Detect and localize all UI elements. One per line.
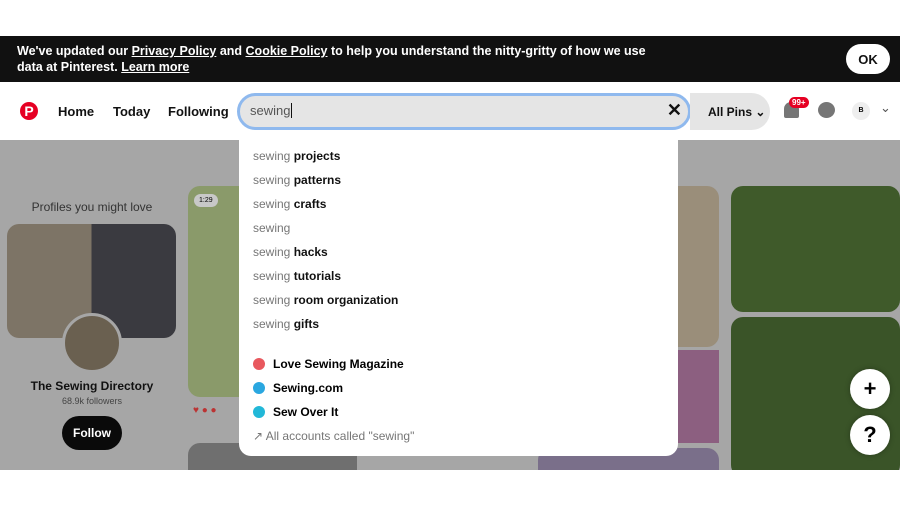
profiles-heading: Profiles you might love [31,200,153,214]
help-button[interactable]: ? [850,415,890,455]
pin-image[interactable] [731,186,900,312]
all-accounts-link[interactable]: ↗ All accounts called "sewing" [239,424,678,448]
account-chevron-icon[interactable]: ⌄ [880,100,891,116]
arrow-up-right-icon: ↗ [253,429,264,443]
suggestion-item[interactable]: sewing tutorials [239,264,678,288]
suggestion-item[interactable]: sewing room organization [239,288,678,312]
clear-icon[interactable]: ✕ [667,100,682,121]
account-suggestion[interactable]: Sew Over It [239,400,678,424]
ok-button[interactable]: OK [846,44,890,74]
banner-text: data at Pinterest. [17,60,122,74]
pinterest-logo-icon[interactable]: P [20,102,38,120]
all-accounts-label: All accounts called "sewing" [265,429,415,443]
suggestion-completion: patterns [290,173,342,187]
suggestion-item[interactable]: sewing gifts [239,312,678,336]
banner-text: We've updated our [17,44,132,58]
avatar[interactable]: B [852,102,870,120]
suggestion-completion: tutorials [290,269,342,283]
account-name: Sewing.com [273,381,344,395]
suggestion-item[interactable]: sewing [239,216,678,240]
account-avatar-icon [253,358,265,370]
reaction-icons: ♥ ● ● [193,405,217,416]
profile-name[interactable]: The Sewing Directory [0,379,184,393]
suggestion-query: sewing [253,221,291,235]
scope-label: All Pins [708,105,753,119]
suggestion-query: sewing [253,269,291,283]
nav-today[interactable]: Today [113,104,150,119]
suggestion-completion: room organization [290,293,399,307]
suggestion-item[interactable]: sewing patterns [239,168,678,192]
account-name: Sew Over It [273,405,339,419]
search-value: sewing [250,103,291,118]
suggestion-item[interactable]: sewing hacks [239,240,678,264]
profile-avatar[interactable] [62,313,122,373]
messages-icon[interactable] [818,102,835,118]
nav-home[interactable]: Home [58,104,94,119]
suggestion-completion: projects [290,149,341,163]
banner-text: to help you understand the nitty-gritty … [327,44,646,58]
learn-more-link[interactable]: Learn more [121,60,189,74]
video-duration: 1:29 [194,194,218,207]
suggestion-completion: gifts [290,317,320,331]
header: P Home Today Following sewing ✕ All Pins … [0,82,900,140]
add-button[interactable]: + [850,369,890,409]
nav-following[interactable]: Following [168,104,229,119]
account-avatar-icon [253,406,265,418]
suggestion-query: sewing [253,317,291,331]
suggestion-query: sewing [253,149,291,163]
scope-dropdown[interactable]: All Pins ⌄ [690,93,770,130]
privacy-policy-link[interactable]: Privacy Policy [132,44,217,58]
account-suggestion[interactable]: Love Sewing Magazine [239,352,678,376]
banner-text: and [216,44,246,58]
suggestion-query: sewing [253,173,291,187]
account-avatar-icon [253,382,265,394]
suggestion-query: sewing [253,293,291,307]
suggestion-item[interactable]: sewing crafts [239,192,678,216]
chevron-down-icon: ⌄ [755,105,766,119]
cookie-banner: We've updated our Privacy Policy and Coo… [0,36,900,82]
search-suggestions-dropdown: sewing projects sewing patterns sewing cra… [239,140,678,456]
account-name: Love Sewing Magazine [273,357,404,371]
suggestion-query: sewing [253,197,291,211]
search-input[interactable]: sewing ✕ [237,93,691,130]
suggestion-query: sewing [253,245,291,259]
suggestion-completion: hacks [290,245,328,259]
profile-followers: 68.9k followers [61,396,123,406]
suggestion-completion: crafts [290,197,327,211]
follow-button[interactable]: Follow [62,416,122,450]
suggestion-item[interactable]: sewing projects [239,144,678,168]
account-suggestion[interactable]: Sewing.com [239,376,678,400]
cookie-policy-link[interactable]: Cookie Policy [246,44,328,58]
notification-badge: 99+ [789,97,809,108]
